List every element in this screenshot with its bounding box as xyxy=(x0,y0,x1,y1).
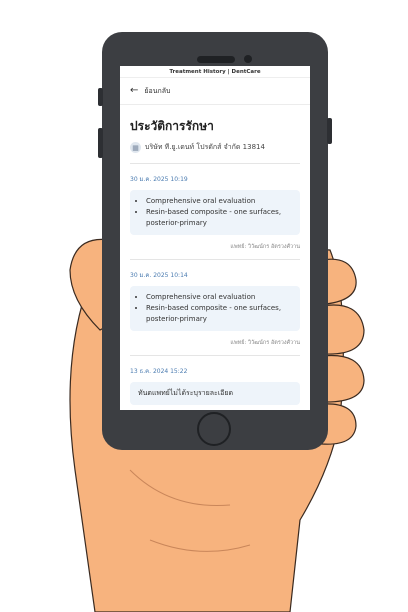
treatment-card: Comprehensive oral evaluation Resin-base… xyxy=(130,190,300,235)
building-icon: ▦ xyxy=(130,142,141,153)
page-title: ประวัติการรักษา xyxy=(130,119,214,133)
record-date: 13 ธ.ค. 2024 15:22 xyxy=(130,368,188,375)
volume-button-top xyxy=(98,88,103,106)
home-button[interactable] xyxy=(197,412,231,446)
doctor-name: แพทย์: วิวัฒน์กร อัตรวงศ์วาน xyxy=(230,244,300,250)
doctor-name: แพทย์: วิวัฒน์กร อัตรวงศ์วาน xyxy=(230,340,300,346)
app-header: Treatment History | DentCare xyxy=(120,66,310,78)
back-label: ย้อนกลับ xyxy=(144,86,171,95)
clinic-info: ▦ บริษัท ที.ยู.เดนท์ โปรดักส์ จำกัด 1381… xyxy=(130,142,300,153)
treatment-card: Comprehensive oral evaluation Resin-base… xyxy=(130,286,300,331)
front-camera xyxy=(244,55,252,63)
treatment-item: Comprehensive oral evaluation xyxy=(146,292,292,303)
treatment-item: Comprehensive oral evaluation xyxy=(146,196,292,207)
clinic-name: บริษัท ที.ยู.เดนท์ โปรดักส์ จำกัด 13814 xyxy=(145,143,265,151)
phone-screen: Treatment History | DentCare ← ย้อนกลับ … xyxy=(120,66,310,410)
volume-button-bottom xyxy=(98,128,103,158)
arrow-left-icon: ← xyxy=(130,85,139,96)
treatment-card: ทันตแพทย์ไม่ได้ระบุรายละเอียด xyxy=(130,382,300,405)
treatment-note: ทันตแพทย์ไม่ได้ระบุรายละเอียด xyxy=(138,389,234,397)
back-button[interactable]: ← ย้อนกลับ xyxy=(120,78,310,105)
power-button xyxy=(327,118,332,144)
treatment-record[interactable]: 30 ม.ค. 2025 10:14 Comprehensive oral ev… xyxy=(130,260,300,356)
treatment-record[interactable]: 13 ธ.ค. 2024 15:22 ทันตแพทย์ไม่ได้ระบุรา… xyxy=(130,356,300,405)
treatment-item: Resin-based composite - one surfaces, po… xyxy=(146,207,292,229)
main-content: ประวัติการรักษา ▦ บริษัท ที.ยู.เดนท์ โปร… xyxy=(120,105,310,405)
record-date: 30 ม.ค. 2025 10:14 xyxy=(130,272,188,279)
record-date: 30 ม.ค. 2025 10:19 xyxy=(130,176,188,183)
treatment-item: Resin-based composite - one surfaces, po… xyxy=(146,303,292,325)
speaker-grille xyxy=(197,56,235,63)
treatment-record[interactable]: 30 ม.ค. 2025 10:19 Comprehensive oral ev… xyxy=(130,164,300,260)
